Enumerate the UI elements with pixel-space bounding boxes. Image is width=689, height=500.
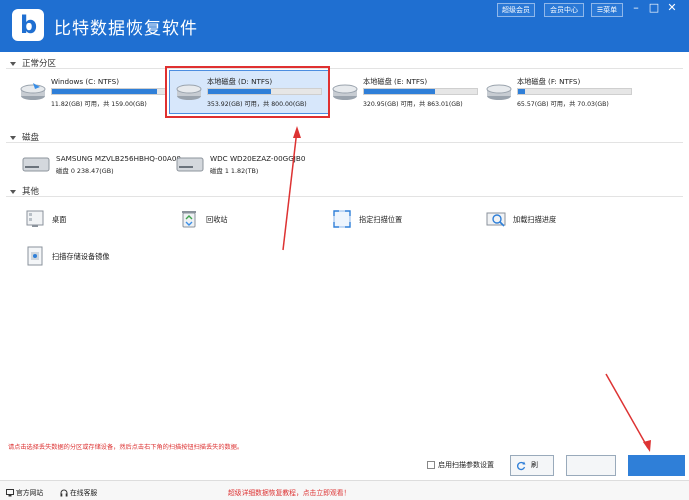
hard-drive-icon (332, 84, 358, 100)
drive-name: 本地磁盘 (F: NTFS) (517, 77, 581, 86)
official-site-link[interactable]: 官方网站 (6, 487, 43, 497)
divider (6, 196, 683, 197)
enable-filter-option[interactable]: 启用扫描参数设置 (427, 460, 494, 470)
hard-disk-icon (22, 157, 50, 172)
minimize-icon[interactable]: – (628, 1, 644, 15)
disk-0[interactable]: SAMSUNG MZVLB256HBHQ-00A00 磁盘 0 238.47(G… (22, 151, 182, 181)
collapse-icon (10, 135, 16, 140)
hard-drive-icon (20, 83, 46, 100)
maximize-icon[interactable]: □ (646, 1, 662, 15)
scan-location-label: 指定扫描位置 (359, 215, 403, 224)
headset-icon (60, 489, 68, 497)
load-progress-item[interactable]: 加载扫描进度 (485, 208, 615, 234)
scan-location-item[interactable]: 指定扫描位置 (331, 208, 461, 234)
enable-filter-label: 启用扫描参数设置 (438, 461, 494, 469)
main-content: 正常分区 Windows (C: NTFS) 11.82(GB) 可用，共 15… (4, 53, 685, 438)
disk-image-icon (27, 246, 43, 266)
enable-filter-checkbox[interactable] (427, 461, 435, 469)
hard-disk-icon (176, 157, 204, 172)
drive-info: 11.82(GB) 可用，共 159.00(GB) (51, 101, 147, 108)
usage-bar (363, 88, 478, 95)
drive-info: 320.95(GB) 可用，共 863.01(GB) (363, 101, 463, 108)
usage-bar (207, 88, 322, 95)
computer-icon (6, 489, 14, 497)
disk-1[interactable]: WDC WD20EZAZ-00GGJB0 磁盘 1 1.82(TB) (176, 151, 336, 181)
online-support-link[interactable]: 在线客服 (60, 487, 97, 497)
load-progress-icon (486, 212, 506, 227)
refresh-button[interactable]: 刷 (510, 455, 554, 476)
app-logo: b (12, 9, 44, 41)
usage-bar-fill (518, 89, 525, 94)
desktop-item[interactable]: 桌面 (24, 208, 144, 234)
status-bar: 官方网站 在线客服 超级详细数据恢复教程，点击立即观看！ (0, 480, 689, 500)
back-button[interactable] (566, 455, 616, 476)
title-bar: b 比特数据恢复软件 超级会员 会员中心 ☰菜单 – □ ✕ (0, 0, 689, 52)
hard-drive-icon (176, 84, 202, 100)
app-title: 比特数据恢复软件 (54, 19, 198, 39)
drive-info: 65.57(GB) 可用，共 70.03(GB) (517, 101, 609, 108)
drive-name: 本地磁盘 (E: NTFS) (363, 77, 428, 86)
close-icon[interactable]: ✕ (664, 1, 680, 15)
disk-name: SAMSUNG MZVLB256HBHQ-00A00 (56, 154, 181, 163)
drive-d[interactable]: 本地磁盘 (D: NTFS) 353.92(GB) 可用，共 800.00(GB… (169, 70, 329, 114)
usage-bar (517, 88, 632, 95)
desktop-icon (26, 210, 44, 227)
drive-name: Windows (C: NTFS) (51, 77, 120, 86)
arrow-head-icon (643, 440, 651, 452)
tutorial-promo-link[interactable]: 超级详细数据恢复教程，点击立即观看！ (228, 487, 350, 497)
load-progress-label: 加载扫描进度 (513, 215, 557, 224)
usage-bar (51, 88, 166, 95)
disk-info: 磁盘 1 1.82(TB) (210, 167, 259, 175)
scan-button[interactable] (628, 455, 685, 476)
collapse-icon (10, 61, 16, 66)
divider (6, 142, 683, 143)
disk-image-item[interactable]: 扫描存储设备镜像 (24, 245, 174, 271)
disk-image-label: 扫描存储设备镜像 (52, 252, 110, 261)
drive-e[interactable]: 本地磁盘 (E: NTFS) 320.95(GB) 可用，共 863.01(GB… (326, 71, 486, 115)
disk-info: 磁盘 0 238.47(GB) (56, 167, 114, 175)
vip-button[interactable]: 超级会员 (497, 3, 535, 17)
online-support-label: 在线客服 (70, 489, 98, 497)
recycle-bin-label: 回收站 (206, 215, 228, 224)
drive-name: 本地磁盘 (D: NTFS) (207, 77, 273, 86)
disk-name: WDC WD20EZAZ-00GGJB0 (210, 154, 306, 163)
drive-info: 353.92(GB) 可用，共 800.00(GB) (207, 101, 307, 108)
drive-c[interactable]: Windows (C: NTFS) 11.82(GB) 可用，共 159.00(… (14, 71, 174, 115)
desktop-label: 桌面 (52, 215, 67, 224)
menu-button[interactable]: ☰菜单 (591, 3, 623, 17)
usage-bar-fill (52, 89, 158, 94)
member-center-button[interactable]: 会员中心 (544, 3, 584, 17)
usage-bar-fill (208, 89, 272, 94)
recycle-bin-item[interactable]: 回收站 (178, 208, 298, 234)
hard-drive-icon (486, 84, 512, 100)
drive-f[interactable]: 本地磁盘 (F: NTFS) 65.57(GB) 可用，共 70.03(GB) (480, 71, 640, 115)
refresh-label: 刷 (531, 461, 538, 469)
divider (6, 68, 683, 69)
recycle-bin-icon (182, 211, 196, 228)
official-site-label: 官方网站 (16, 489, 44, 497)
scan-location-icon (333, 210, 351, 228)
collapse-icon (10, 189, 16, 194)
hint-text: 请点击选择丢失数据的分区或存储设备，然后点击右下角的扫描按钮扫描丢失的数据。 (8, 444, 244, 451)
refresh-icon (517, 461, 526, 471)
usage-bar-fill (364, 89, 436, 94)
